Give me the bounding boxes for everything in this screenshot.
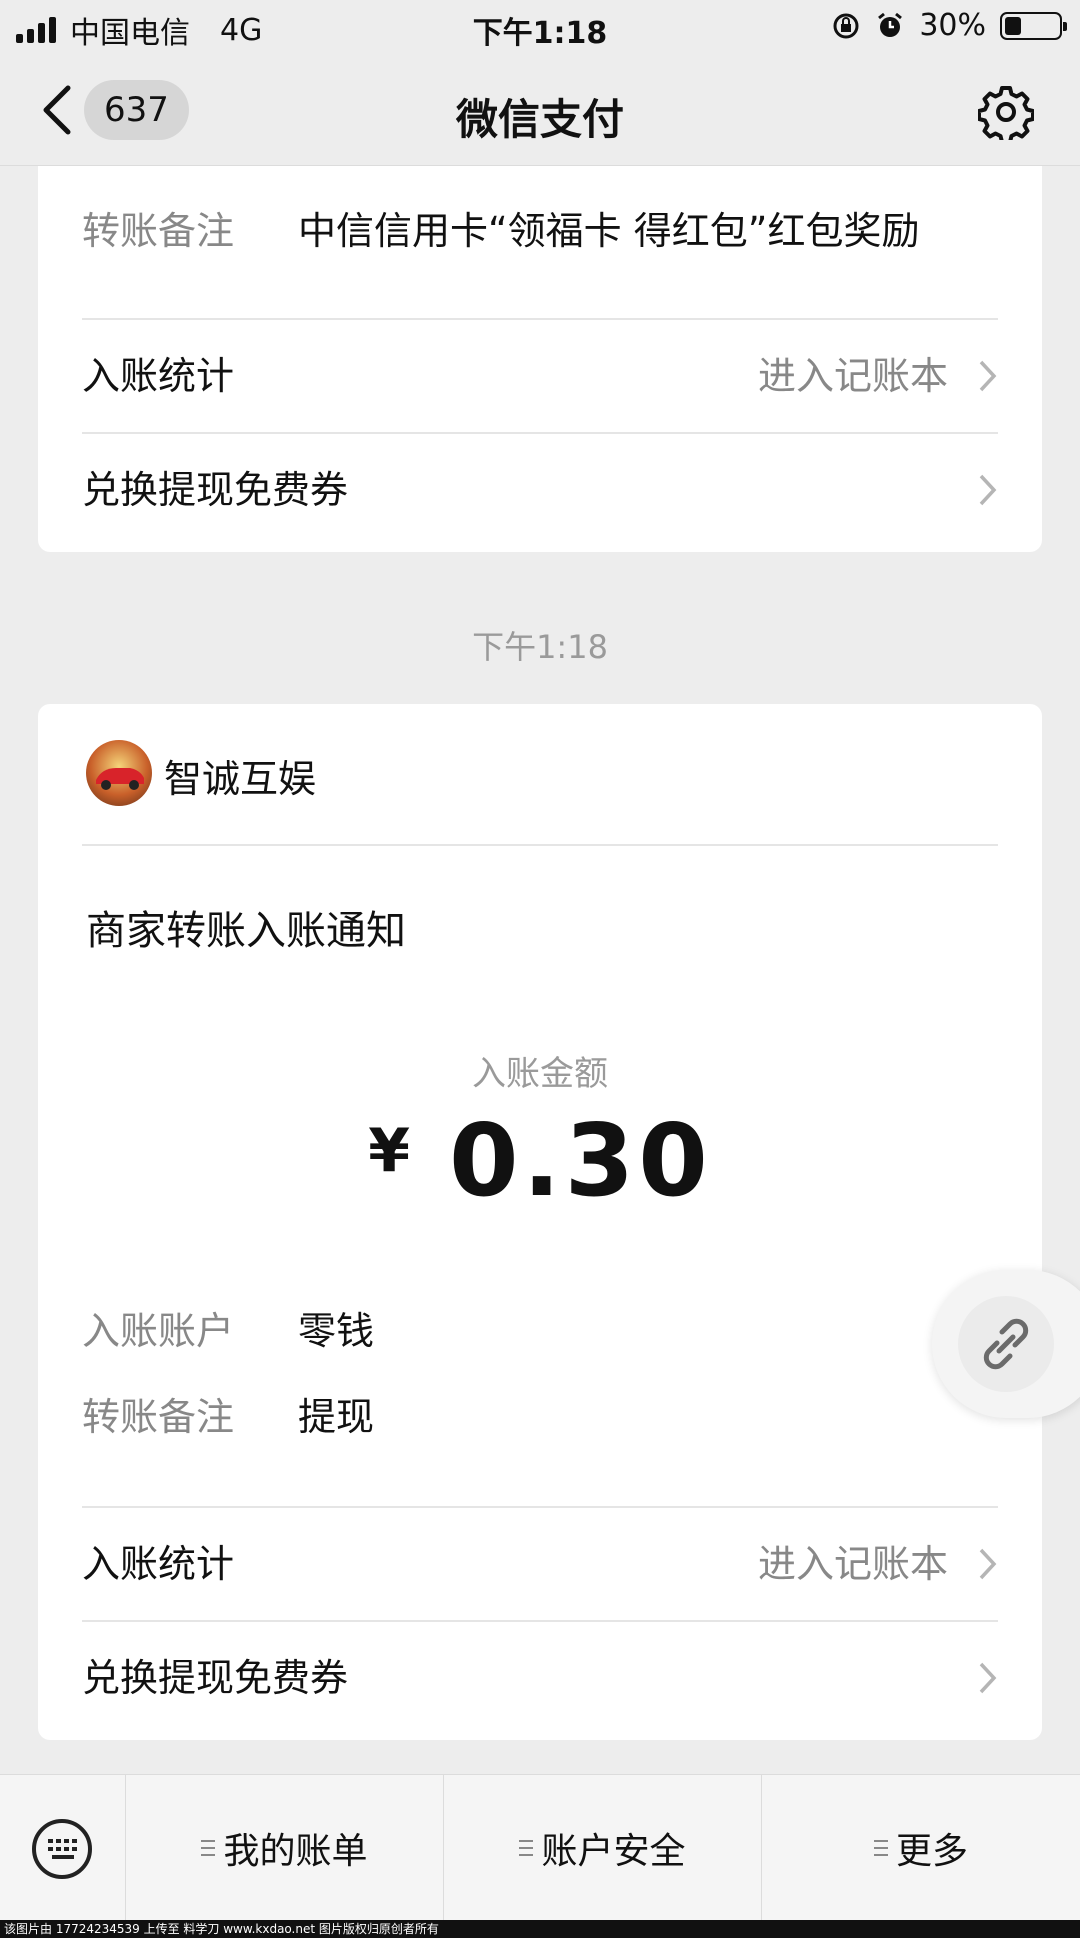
notification-card-previous: 转账备注 中信信用卡“领福卡 得红包”红包奖励 入账统计 进入记账本 兑换提现免… bbox=[38, 166, 1042, 552]
income-stats-row[interactable]: 入账统计 进入记账本 bbox=[82, 1508, 998, 1620]
remark-value: 中信信用卡“领福卡 得红包”红包奖励 bbox=[298, 209, 920, 253]
menu-label: 更多 bbox=[895, 1831, 968, 1872]
remark-label: 转账备注 bbox=[82, 1395, 235, 1439]
income-stats-label: 入账统计 bbox=[82, 1542, 235, 1586]
status-bar: 中国电信 4G 下午1:18 30% bbox=[0, 0, 1080, 54]
notification-card: 智诚互娱 商家转账入账通知 入账金额 ¥ 0.30 入账账户 零钱 转账备注 提… bbox=[38, 704, 1042, 1740]
free-coupon-row[interactable]: 兑换提现免费券 bbox=[82, 434, 998, 546]
menu-icon bbox=[201, 1840, 216, 1856]
keyboard-icon bbox=[32, 1819, 92, 1879]
open-ledger-link[interactable]: 进入记账本 bbox=[758, 320, 948, 432]
menu-more[interactable]: 更多 bbox=[762, 1775, 1080, 1921]
free-coupon-label: 兑换提现免费券 bbox=[82, 468, 349, 512]
income-stats-label: 入账统计 bbox=[82, 354, 235, 398]
bottom-menu-bar: 我的账单 账户安全 更多 bbox=[0, 1774, 1080, 1921]
remark-value: 提现 bbox=[298, 1395, 375, 1439]
watermark-strip: 该图片由 17724234539 上传至 料学刀 www.kxdao.net 图… bbox=[0, 1920, 1080, 1938]
link-icon bbox=[983, 1318, 1029, 1370]
menu-label: 我的账单 bbox=[223, 1831, 368, 1872]
merchant-name[interactable]: 智诚互娱 bbox=[164, 748, 316, 803]
divider bbox=[82, 844, 998, 846]
amount-label: 入账金额 bbox=[472, 1054, 608, 1094]
alarm-icon bbox=[878, 12, 903, 37]
income-stats-row[interactable]: 入账统计 进入记账本 bbox=[82, 320, 998, 432]
remark-label: 转账备注 bbox=[82, 209, 235, 253]
currency-symbol: ¥ bbox=[368, 1116, 410, 1186]
battery-icon bbox=[1000, 11, 1067, 40]
merchant-avatar[interactable] bbox=[86, 740, 152, 806]
menu-label: 账户安全 bbox=[541, 1831, 686, 1872]
chevron-right-icon bbox=[979, 1548, 997, 1580]
amount-display: ¥ 0.30 bbox=[38, 1102, 1042, 1219]
account-value: 零钱 bbox=[298, 1309, 375, 1353]
menu-icon bbox=[519, 1840, 534, 1856]
notice-title: 商家转账入账通知 bbox=[86, 908, 406, 954]
chevron-right-icon bbox=[979, 1662, 997, 1694]
open-ledger-link[interactable]: 进入记账本 bbox=[758, 1508, 948, 1620]
nav-bar: 637 微信支付 bbox=[0, 54, 1080, 166]
free-coupon-label: 兑换提现免费券 bbox=[82, 1656, 349, 1700]
menu-my-bills[interactable]: 我的账单 bbox=[126, 1775, 444, 1921]
free-coupon-row[interactable]: 兑换提现免费券 bbox=[82, 1622, 998, 1734]
battery-percent: 30% bbox=[919, 8, 986, 43]
keyboard-toggle-button[interactable] bbox=[0, 1775, 126, 1921]
settings-gear-icon[interactable] bbox=[978, 84, 1034, 140]
message-timestamp: 下午1:18 bbox=[472, 628, 608, 666]
menu-account-security[interactable]: 账户安全 bbox=[444, 1775, 762, 1921]
account-label: 入账账户 bbox=[82, 1309, 235, 1353]
chevron-right-icon bbox=[979, 360, 997, 392]
rotation-lock-icon bbox=[833, 13, 859, 38]
floating-link-button[interactable] bbox=[932, 1270, 1080, 1418]
menu-icon bbox=[873, 1840, 888, 1856]
page-title: 微信支付 bbox=[455, 95, 624, 144]
amount-value: 0.30 bbox=[449, 1102, 712, 1219]
car-icon bbox=[96, 768, 144, 790]
chevron-right-icon bbox=[979, 474, 997, 506]
